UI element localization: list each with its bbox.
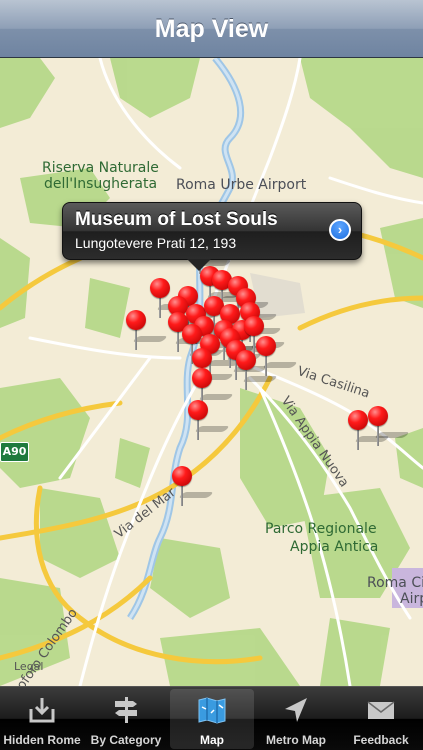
tab-bar: Hidden Rome By Category Map Metro Map Fe… xyxy=(0,686,423,750)
pin-head xyxy=(236,350,256,370)
pin-head xyxy=(150,278,170,298)
map-pin[interactable] xyxy=(188,400,230,448)
pin-head xyxy=(348,410,368,430)
pin-head xyxy=(192,368,212,388)
pin-head xyxy=(172,466,192,486)
map-pin[interactable] xyxy=(236,350,278,398)
tab-label: Map xyxy=(200,733,224,747)
highway-shield-a90: A90 xyxy=(0,442,29,462)
pin-head xyxy=(244,316,264,336)
tab-metro-map[interactable]: Metro Map xyxy=(254,689,338,749)
map-legal-link[interactable]: Legal xyxy=(14,660,43,673)
map-label-airp: Airp xyxy=(400,591,423,607)
pin-callout[interactable]: Museum of Lost Souls Lungotevere Prati 1… xyxy=(62,202,362,271)
callout-subtitle: Lungotevere Prati 12, 193 xyxy=(75,235,237,251)
map-view[interactable]: Riserva Naturale dell'Insugherata Roma U… xyxy=(0,58,423,686)
pin-head xyxy=(256,336,276,356)
page-title: Map View xyxy=(154,15,269,43)
map-label-riserva-line2: dell'Insugherata xyxy=(44,176,158,192)
pin-head xyxy=(182,324,202,344)
tab-label: Hidden Rome xyxy=(3,733,81,747)
pin-head xyxy=(368,406,388,426)
signpost-icon xyxy=(115,697,137,723)
tab-label: Feedback xyxy=(353,733,409,747)
callout-pointer xyxy=(187,259,211,271)
map-label-parco-line1: Parco Regionale xyxy=(265,521,377,537)
map-label-roma-ci: Roma Ci xyxy=(367,575,423,591)
pin-head xyxy=(188,400,208,420)
callout-title: Museum of Lost Souls xyxy=(75,209,278,230)
map-pin[interactable] xyxy=(150,278,192,326)
tab-map[interactable]: Map xyxy=(170,689,254,749)
map-label-airport: Roma Urbe Airport xyxy=(176,177,307,193)
download-tray-icon xyxy=(29,698,55,723)
tab-feedback[interactable]: Feedback xyxy=(339,689,423,749)
tab-label: Metro Map xyxy=(266,733,326,747)
map-pin[interactable] xyxy=(348,410,390,458)
map-icon xyxy=(198,697,226,724)
navigation-bar: Map View xyxy=(0,0,423,58)
map-pin[interactable] xyxy=(172,466,214,514)
map-label-parco-line2: Appia Antica xyxy=(290,539,379,555)
pin-head xyxy=(126,310,146,330)
location-arrow-icon xyxy=(285,698,307,722)
map-pin[interactable] xyxy=(368,406,410,454)
map-label-riserva-line1: Riserva Naturale xyxy=(42,160,159,176)
tab-by-category[interactable]: By Category xyxy=(84,689,168,749)
pin-head xyxy=(192,348,212,368)
chevron-right-icon[interactable]: › xyxy=(329,219,351,241)
tab-label: By Category xyxy=(90,733,162,747)
tab-hidden-rome[interactable]: Hidden Rome xyxy=(0,689,84,749)
envelope-icon xyxy=(367,701,395,719)
map-pin[interactable] xyxy=(126,310,168,358)
